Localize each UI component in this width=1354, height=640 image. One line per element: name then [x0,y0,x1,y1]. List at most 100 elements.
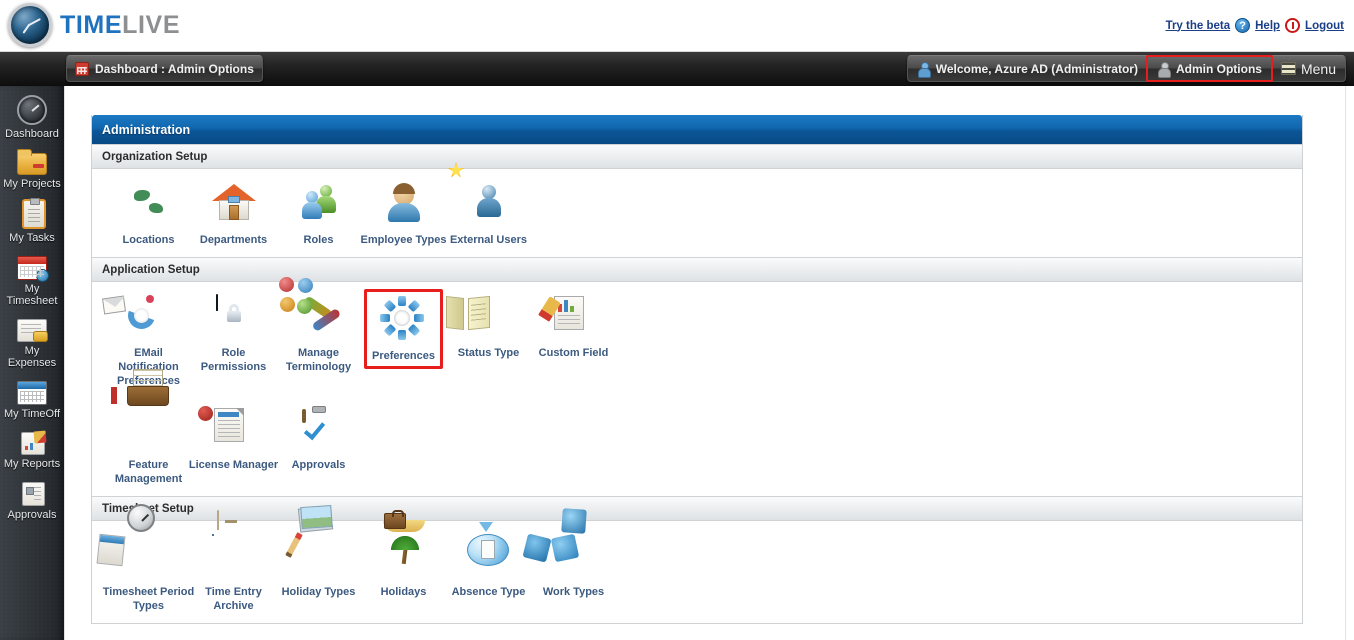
sidebar-item-label: Approvals [8,509,57,521]
try-the-beta-link[interactable]: Try the beta [1166,20,1231,32]
tile-label: Employee Types [358,233,450,247]
main-content: Administration Organization Setup Locati… [64,86,1354,640]
sidebar-item-my-timeoff[interactable]: My TimeOff [0,369,64,420]
sidebar-item-my-timesheet[interactable]: My Timesheet [0,244,64,307]
tile-label: Work Types [528,585,620,599]
brand-secondary: LIVE [122,11,180,39]
shield-lock-icon [211,294,257,340]
top-header: TIMELIVE Try the beta ? Help Logout [0,0,1354,52]
sidebar-item-dashboard[interactable]: Dashboard [0,86,64,140]
sidebar-item-label: My Projects [3,178,60,190]
tile-holidays[interactable]: Holidays [361,533,446,599]
user-icon [917,62,931,76]
tile-label: External Users [443,233,535,247]
tile-label: Preferences [367,349,440,363]
tile-label: Holidays [358,585,450,599]
sidebar-item-label: My TimeOff [4,408,60,420]
tile-label: Time Entry Archive [188,585,280,613]
brand-primary: TIME [60,11,122,39]
sidebar-item-my-expenses[interactable]: My Expenses [0,307,64,369]
clipboard-check-icon [296,406,342,452]
sidebar-item-my-projects[interactable]: My Projects [0,140,64,190]
tile-row: Feature Management License Manager Appro… [92,406,1302,486]
notepad-icon [466,294,512,340]
calendar-blue-icon [17,381,47,405]
tile-approvals[interactable]: Approvals [276,406,361,472]
admin-options-button[interactable]: Admin Options [1146,55,1273,82]
sidebar-item-my-reports[interactable]: My Reports [0,420,64,470]
tile-feature-management[interactable]: Feature Management [106,406,191,486]
welcome-user[interactable]: Welcome, Azure AD (Administrator) [908,56,1147,81]
tile-departments[interactable]: Departments [191,181,276,247]
power-icon[interactable] [1285,18,1300,33]
certificate-icon [211,406,257,452]
menu-button[interactable]: Menu [1272,56,1345,81]
sidebar-item-label: My Expenses [0,345,64,369]
tile-custom-field[interactable]: Custom Field [531,294,616,360]
tile-locations[interactable]: Locations [106,181,191,247]
tile-preferences[interactable]: Preferences [364,289,443,369]
tile-label: License Manager [188,458,280,472]
content-right-divider [1345,86,1346,640]
page-title: Administration [92,115,1302,144]
breadcrumb[interactable]: Dashboard : Admin Options [66,55,263,82]
brand-logo[interactable]: TIMELIVE [8,3,180,47]
chart-pencil-icon [21,432,45,455]
tile-holiday-types[interactable]: Holiday Types [276,533,361,599]
tile-label: Role Permissions [188,346,280,374]
tile-status-type[interactable]: Status Type [446,294,531,360]
palm-beach-icon [381,533,427,579]
logout-link[interactable]: Logout [1305,20,1344,32]
user-star-icon [466,181,512,227]
folder-icon [17,153,47,175]
section-header-application-setup: Application Setup [92,257,1302,282]
archive-box-icon [211,533,257,579]
help-link[interactable]: Help [1255,20,1280,32]
tile-work-types[interactable]: Work Types [531,533,616,599]
tile-timesheet-period-types[interactable]: Timesheet Period Types [106,533,191,613]
tile-label: Timesheet Period Types [103,585,195,613]
tile-time-entry-archive[interactable]: Time Entry Archive [191,533,276,613]
email-sync-icon [126,294,172,340]
sidebar-item-label: Dashboard [5,128,59,140]
employee-icon [381,181,427,227]
tile-employee-types[interactable]: Employee Types [361,181,446,247]
photo-pencil-icon [296,533,342,579]
speech-page-icon [466,533,512,579]
tile-label: Approvals [273,458,365,472]
tile-external-users[interactable]: External Users [446,181,531,247]
navigation-bar: Dashboard : Admin Options Welcome, Azure… [0,52,1354,86]
sidebar-item-approvals[interactable]: Approvals [0,470,64,521]
administration-panel: Administration Organization Setup Locati… [91,115,1303,624]
tile-label: Status Type [443,346,535,360]
section-header-timesheet-setup: Timesheet Setup [92,496,1302,521]
menu-label: Menu [1301,61,1336,77]
tile-roles[interactable]: Roles [276,181,361,247]
question-mark-icon[interactable]: ? [1235,18,1250,33]
tile-license-manager[interactable]: License Manager [191,406,276,472]
tile-role-permissions[interactable]: Role Permissions [191,294,276,374]
gauge-icon [17,95,47,125]
chart-pencil-icon [551,294,597,340]
hamburger-menu-icon [1281,62,1296,75]
file-box-icon [126,406,172,452]
calendar-clock-icon [17,256,47,280]
tile-label: Feature Management [103,458,195,486]
tile-label: Roles [273,233,365,247]
sidebar-item-label: My Tasks [9,232,55,244]
tile-absence-type[interactable]: Absence Type [446,533,531,599]
tile-manage-terminology[interactable]: Manage Terminology [276,294,361,374]
sidebar-item-label: My Reports [4,458,60,470]
tile-label: Departments [188,233,280,247]
nav-right-group: Welcome, Azure AD (Administrator) Admin … [907,55,1346,82]
sidebar-item-my-tasks[interactable]: My Tasks [0,190,64,244]
admin-options-label: Admin Options [1176,62,1262,76]
tile-row: Locations Departments Roles [92,181,1302,247]
tile-label: Manage Terminology [273,346,365,374]
section-body-application-setup: EMail Notification Preferences Role Perm… [92,282,1302,496]
section-body-organization-setup: Locations Departments Roles [92,169,1302,257]
tile-label: Custom Field [528,346,620,360]
grid-icon [75,62,89,76]
header-links: Try the beta ? Help Logout [1166,18,1344,33]
clipboard-icon [22,199,46,229]
